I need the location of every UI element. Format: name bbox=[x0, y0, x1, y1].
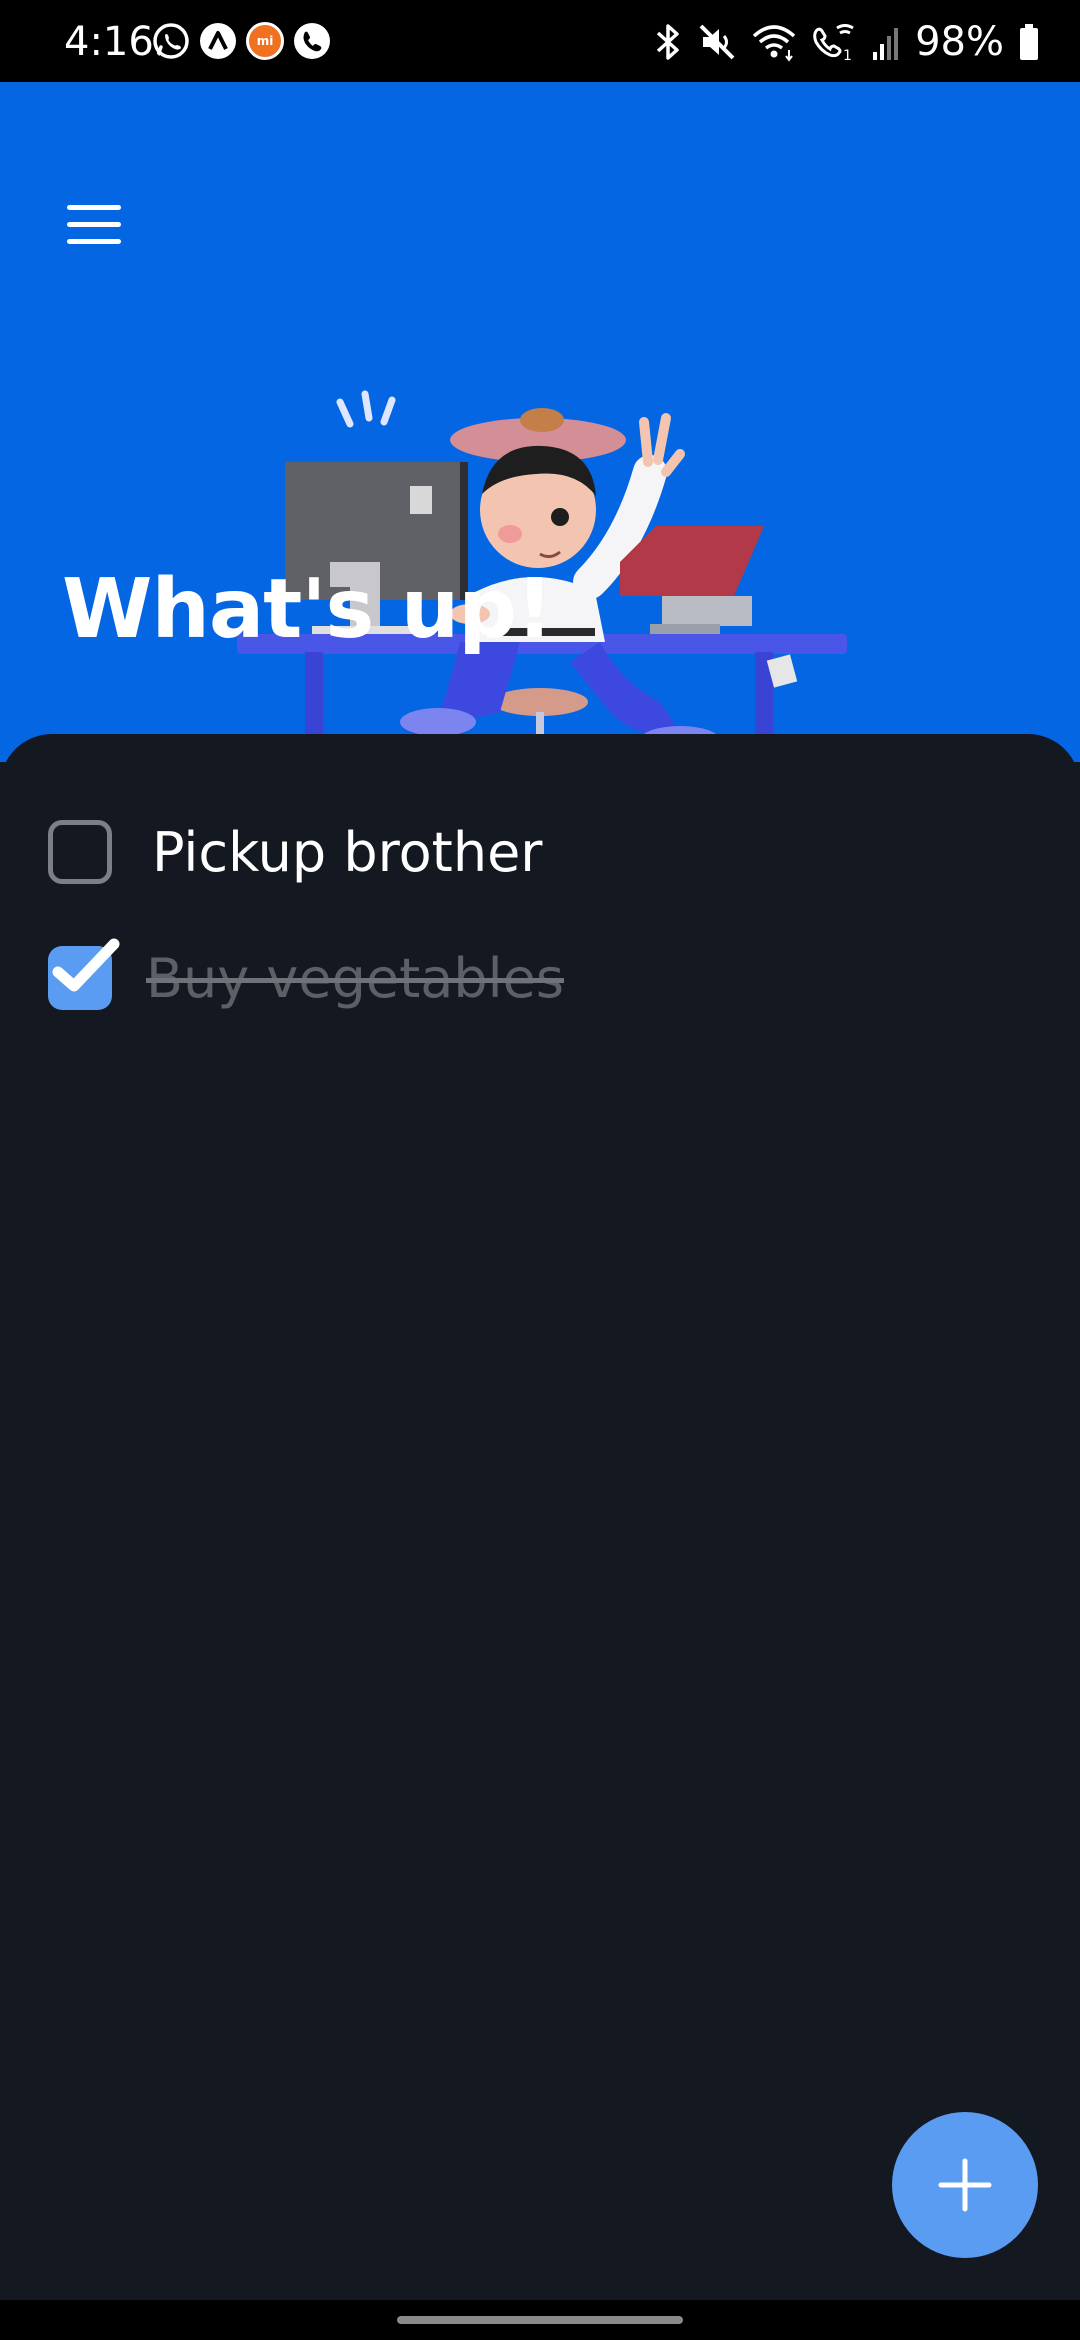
wifi-icon bbox=[752, 25, 796, 62]
mi-icon-label: mi bbox=[256, 34, 274, 48]
wifi-calling-icon: 1 bbox=[813, 24, 854, 62]
bluetooth-icon bbox=[656, 24, 679, 60]
checkmark-icon bbox=[52, 938, 120, 992]
hamburger-menu-icon-line bbox=[67, 221, 121, 227]
battery-percent: 98% bbox=[915, 19, 1004, 65]
system-nav-bar bbox=[0, 2300, 1080, 2340]
menu-button[interactable] bbox=[52, 182, 136, 266]
svg-text:1: 1 bbox=[843, 48, 852, 62]
task-label: Pickup brother bbox=[152, 820, 543, 884]
status-time: 4:16 bbox=[64, 19, 154, 65]
signal-icon bbox=[873, 28, 899, 60]
header-title: What's up! bbox=[62, 562, 553, 657]
task-checkbox-unchecked[interactable] bbox=[48, 820, 112, 884]
phone-icon bbox=[294, 23, 330, 59]
app-launcher-icon bbox=[200, 23, 236, 59]
hamburger-menu-icon-line bbox=[67, 238, 121, 244]
task-label-completed: Buy vegetables bbox=[146, 946, 564, 1010]
task-row[interactable]: Buy vegetables bbox=[48, 938, 1028, 1018]
hamburger-menu-icon bbox=[67, 204, 121, 210]
whatsapp-icon bbox=[153, 23, 189, 59]
mute-icon bbox=[699, 24, 735, 60]
home-gesture-handle[interactable] bbox=[397, 2316, 683, 2324]
task-checkbox-checked[interactable] bbox=[48, 938, 120, 1010]
status-bar: 4:16 mi 1 98% bbox=[0, 0, 1080, 82]
task-list-panel: Pickup brother Buy vegetables bbox=[0, 734, 1080, 2300]
status-right-group: 1 98% bbox=[653, 14, 1040, 70]
add-task-button[interactable] bbox=[892, 2112, 1038, 2258]
app-screen: 4:16 mi 1 98% What's up! Pickup brother … bbox=[0, 0, 1080, 2340]
header-banner: What's up! bbox=[0, 82, 1080, 822]
task-row[interactable]: Pickup brother bbox=[48, 812, 1028, 892]
mi-icon: mi bbox=[246, 22, 284, 60]
battery-icon bbox=[1020, 24, 1038, 60]
plus-icon bbox=[938, 2158, 992, 2212]
